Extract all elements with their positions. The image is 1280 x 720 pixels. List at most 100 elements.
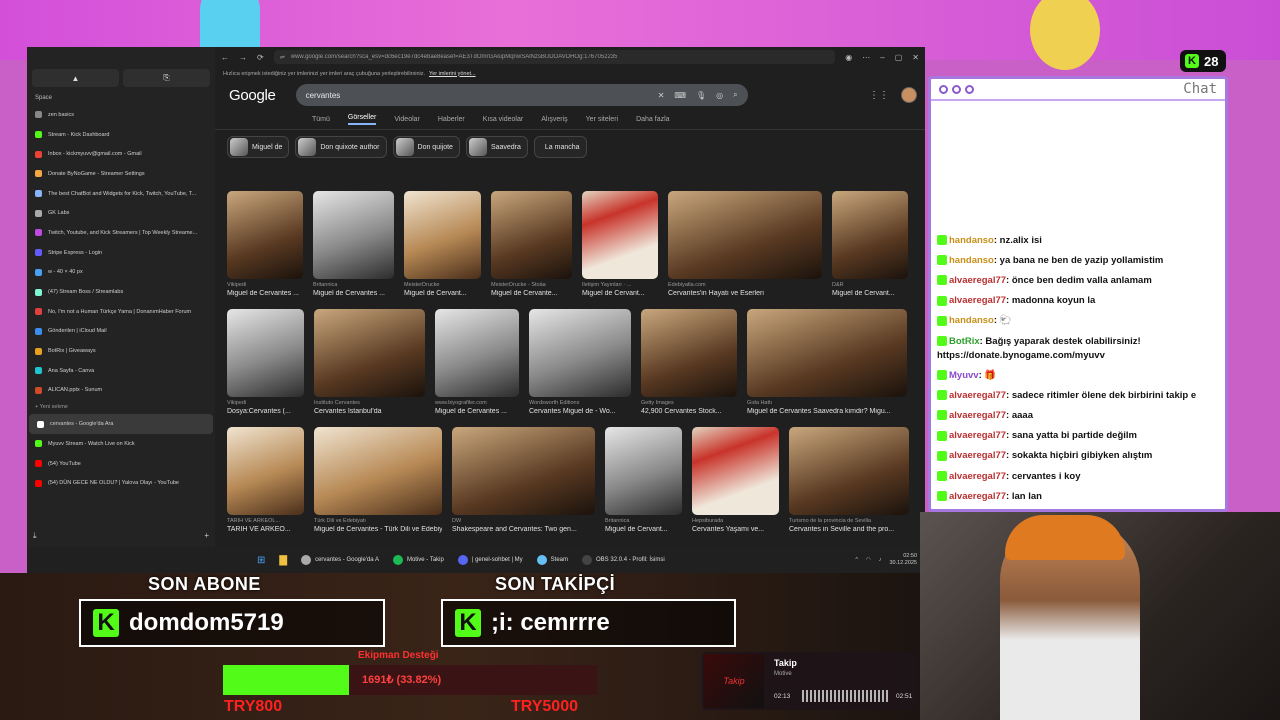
image-result[interactable]: MeisterDrucke Miguel de Cervant...	[404, 191, 481, 297]
image-thumbnail[interactable]	[747, 309, 907, 397]
clear-icon[interactable]: ✕	[658, 91, 665, 100]
minimize-icon[interactable]: –	[880, 53, 884, 62]
search-tab[interactable]: Daha fazla	[636, 116, 669, 123]
chat-username[interactable]: handanso	[949, 255, 994, 266]
image-result[interactable]: Britannica Miguel de Cervant...	[605, 427, 682, 533]
manage-bookmarks-link[interactable]: Yer imlerini yönet...	[429, 71, 476, 77]
image-result[interactable]: www.biyografiler.com Miguel de Cervantes …	[435, 309, 519, 415]
image-title[interactable]: Miguel de Cervant...	[582, 290, 658, 297]
sidebar-item[interactable]: BotRix | Giveaways	[27, 341, 215, 361]
sidebar-item[interactable]: Donate ByNoGame - Streamer Settings	[27, 164, 215, 184]
filter-chip[interactable]: Don quixote author	[295, 136, 387, 158]
address-bar[interactable]: ⇌ www.google.com/search?sca_esv=dc6ec19e…	[273, 50, 836, 64]
sidebar-item[interactable]: Gönderilen | iCloud Mail	[27, 322, 215, 342]
chat-username[interactable]: alvaeregal77	[949, 430, 1006, 441]
google-logo[interactable]: Google	[229, 87, 276, 104]
image-thumbnail[interactable]	[227, 309, 304, 397]
image-title[interactable]: Miguel de Cervantes ...	[435, 408, 519, 415]
chat-username[interactable]: handanso	[949, 315, 994, 326]
image-title[interactable]: TARİH VE ARKEO...	[227, 526, 304, 533]
chat-username[interactable]: alvaeregal77	[949, 410, 1006, 421]
image-result[interactable]: Vikipedi Dosya:Cervantes (...	[227, 309, 304, 415]
file-explorer-icon[interactable]: ▇	[279, 555, 287, 566]
image-thumbnail[interactable]	[832, 191, 908, 279]
search-tab[interactable]: Kısa videolar	[483, 116, 523, 123]
mic-icon[interactable]: 🎙	[696, 91, 706, 100]
sidebar-item[interactable]: zen basics	[27, 105, 215, 125]
windows-start-icon[interactable]: ⊞	[257, 555, 265, 566]
sidebar-item[interactable]: Stream - Kick Dashboard	[27, 125, 215, 145]
lens-icon[interactable]: ◎	[716, 91, 723, 100]
sidebar-item[interactable]: Ana Sayfa - Canva	[27, 361, 215, 381]
image-title[interactable]: Cervantes Miguel de - Wo...	[529, 408, 631, 415]
image-result[interactable]: TARİH VE ARKEOL... TARİH VE ARKEO...	[227, 427, 304, 533]
image-thumbnail[interactable]	[789, 427, 909, 515]
menu-icon[interactable]: ⋯	[862, 53, 870, 62]
image-thumbnail[interactable]	[529, 309, 631, 397]
image-thumbnail[interactable]	[491, 191, 572, 279]
image-result[interactable]: Getty Images 42,900 Cervantes Stock...	[641, 309, 737, 415]
image-result[interactable]: Hepsiburada Cervantes Yaşamı ve...	[692, 427, 779, 533]
chat-username[interactable]: alvaeregal77	[949, 390, 1006, 401]
sidebar-item[interactable]: ALICAN.pptx - Sunum	[27, 381, 215, 401]
image-thumbnail[interactable]	[314, 309, 425, 397]
filter-chip[interactable]: Don quijote	[392, 136, 460, 158]
image-result[interactable]: Instituto Cervantes Cervantes İstanbul'da	[314, 309, 425, 415]
image-thumbnail[interactable]	[435, 309, 519, 397]
taskbar-app[interactable]: Steam	[536, 555, 568, 565]
chat-username[interactable]: alvaeregal77	[949, 491, 1006, 502]
add-icon[interactable]: +	[204, 531, 209, 541]
search-tab[interactable]: Videolar	[394, 116, 420, 123]
avatar[interactable]	[901, 87, 917, 103]
taskbar-app[interactable]: cervantes - Google'da A	[301, 555, 379, 565]
search-tab[interactable]: Tümü	[312, 116, 330, 123]
image-result[interactable]: Wordsworth Editions Cervantes Miguel de -…	[529, 309, 631, 415]
image-title[interactable]: Miguel de Cervant...	[605, 526, 682, 533]
image-thumbnail[interactable]	[668, 191, 822, 279]
close-icon[interactable]: ✕	[912, 53, 919, 62]
tray-chevron-icon[interactable]: ^	[855, 557, 858, 563]
sidebar-item[interactable]: Twitch, Youtube, and Kick Streamers | To…	[27, 223, 215, 243]
image-thumbnail[interactable]	[692, 427, 779, 515]
image-title[interactable]: Cervantes'in Hayatı ve Eserleri	[668, 290, 822, 297]
search-tab[interactable]: Haberler	[438, 116, 465, 123]
image-title[interactable]: Miguel de Cervantes Saavedra kimdir? Mig…	[747, 408, 907, 415]
chat-username[interactable]: alvaeregal77	[949, 295, 1006, 306]
image-title[interactable]: Miguel de Cervante...	[491, 290, 572, 297]
image-thumbnail[interactable]	[641, 309, 737, 397]
search-icon[interactable]: ⌕	[733, 90, 737, 100]
sidebar-item[interactable]: GK Labs	[27, 203, 215, 223]
chat-username[interactable]: BotRix	[949, 336, 980, 347]
search-tab[interactable]: Alışveriş	[541, 116, 567, 123]
filter-chip[interactable]: Saavedra	[465, 136, 528, 158]
back-icon[interactable]: ←	[221, 53, 229, 62]
sidebar-item[interactable]: (47) Stream Boss / Streamlabs	[27, 282, 215, 302]
image-title[interactable]: Miguel de Cervant...	[404, 290, 481, 297]
image-title[interactable]: Cervantes İstanbul'da	[314, 408, 425, 415]
image-result[interactable]: DW Shakespeare and Cervantes: Two gen...	[452, 427, 595, 533]
image-title[interactable]: 42,900 Cervantes Stock...	[641, 408, 737, 415]
image-title[interactable]: Cervantes in Seville and the pro...	[789, 526, 909, 533]
image-result[interactable]: İletişim Yayınları · ... Miguel de Cervan…	[582, 191, 658, 297]
forward-icon[interactable]: →	[239, 53, 247, 62]
sidebar-item[interactable]: No, I'm not a Human Türkçe Yama | Donanı…	[27, 302, 215, 322]
new-tab-label[interactable]: + Yeni sekme	[27, 400, 215, 414]
sidebar-tab-bell[interactable]: ▲	[32, 69, 119, 87]
image-thumbnail[interactable]	[605, 427, 682, 515]
reload-icon[interactable]: ⟳	[257, 53, 264, 62]
image-thumbnail[interactable]	[227, 191, 303, 279]
open-tab[interactable]: (54) DÜN GECE NE OLDU? | Yalova Olayı - …	[27, 473, 215, 493]
search-input[interactable]: cervantes	[306, 91, 648, 100]
taskbar-app[interactable]: Motive - Takip	[392, 555, 444, 565]
image-thumbnail[interactable]	[314, 427, 442, 515]
image-title[interactable]: Shakespeare and Cervantes: Two gen...	[452, 526, 595, 533]
open-tab[interactable]: cervantes - Google'da Ara	[29, 414, 213, 434]
filter-chip[interactable]: Miguel de	[227, 136, 290, 158]
taskbar-app[interactable]: | genel-sohbet | My	[457, 555, 523, 565]
extension-icon[interactable]: ◉	[845, 53, 852, 62]
image-thumbnail[interactable]	[582, 191, 658, 279]
image-result[interactable]: Britannica Miguel de Cervantes ...	[313, 191, 394, 297]
image-result[interactable]: Türk Dili ve Edebiyatı Miguel de Cervante…	[314, 427, 442, 533]
image-title[interactable]: Cervantes Yaşamı ve...	[692, 526, 779, 533]
maximize-icon[interactable]: ▢	[895, 53, 903, 62]
